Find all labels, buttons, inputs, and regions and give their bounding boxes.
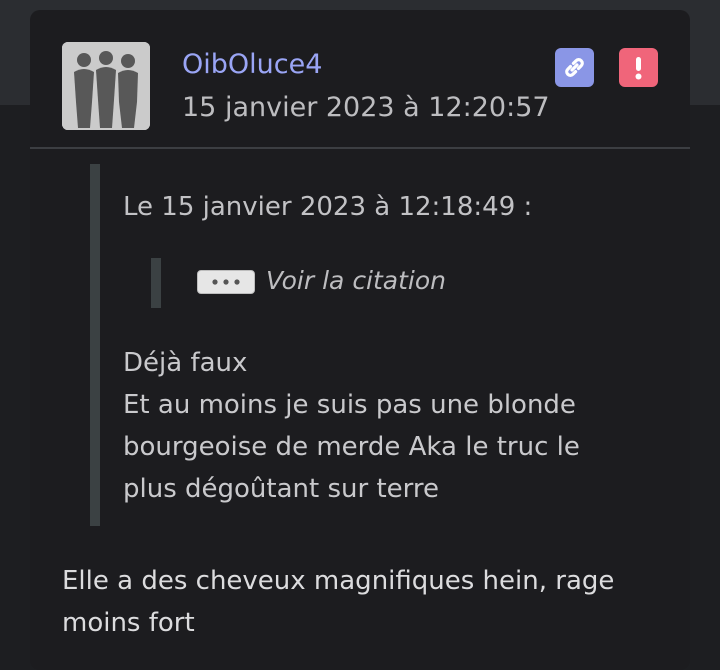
quote-line: bourgeoise de merde Aka le truc le bbox=[123, 432, 580, 462]
user-avatar[interactable] bbox=[62, 42, 150, 130]
avatar-silhouettes-image bbox=[62, 42, 150, 130]
header-divider bbox=[30, 147, 690, 149]
quote-line: Et au moins je suis pas une blonde bbox=[123, 390, 576, 420]
reply-text: Elle a des cheveux magnifiques hein, rag… bbox=[62, 560, 662, 644]
view-quote-link[interactable]: Voir la citation bbox=[266, 265, 446, 297]
expand-quote-button[interactable] bbox=[197, 270, 255, 294]
quote-body: Déjà faux Et au moins je suis pas une bl… bbox=[123, 342, 623, 510]
ellipsis-icon bbox=[212, 279, 240, 285]
report-button[interactable] bbox=[619, 48, 658, 87]
exclamation-icon bbox=[635, 57, 642, 80]
forum-post-card: OibOluce4 15 janvier 2023 à 12:20:57 Le … bbox=[30, 10, 690, 670]
quote-line: Déjà faux bbox=[123, 348, 248, 378]
permalink-button[interactable] bbox=[555, 48, 594, 87]
quote-line: plus dégoûtant sur terre bbox=[123, 474, 439, 504]
post-timestamp: 15 janvier 2023 à 12:20:57 bbox=[182, 92, 550, 123]
blockquote-border bbox=[90, 164, 100, 526]
link-icon bbox=[565, 58, 584, 77]
post-username[interactable]: OibOluce4 bbox=[182, 48, 322, 82]
quote-header: Le 15 janvier 2023 à 12:18:49 : bbox=[123, 192, 533, 222]
reply-line: Elle a des cheveux magnifiques hein, rag… bbox=[62, 566, 615, 596]
nested-blockquote-border bbox=[151, 258, 161, 308]
reply-line: moins fort bbox=[62, 608, 195, 638]
